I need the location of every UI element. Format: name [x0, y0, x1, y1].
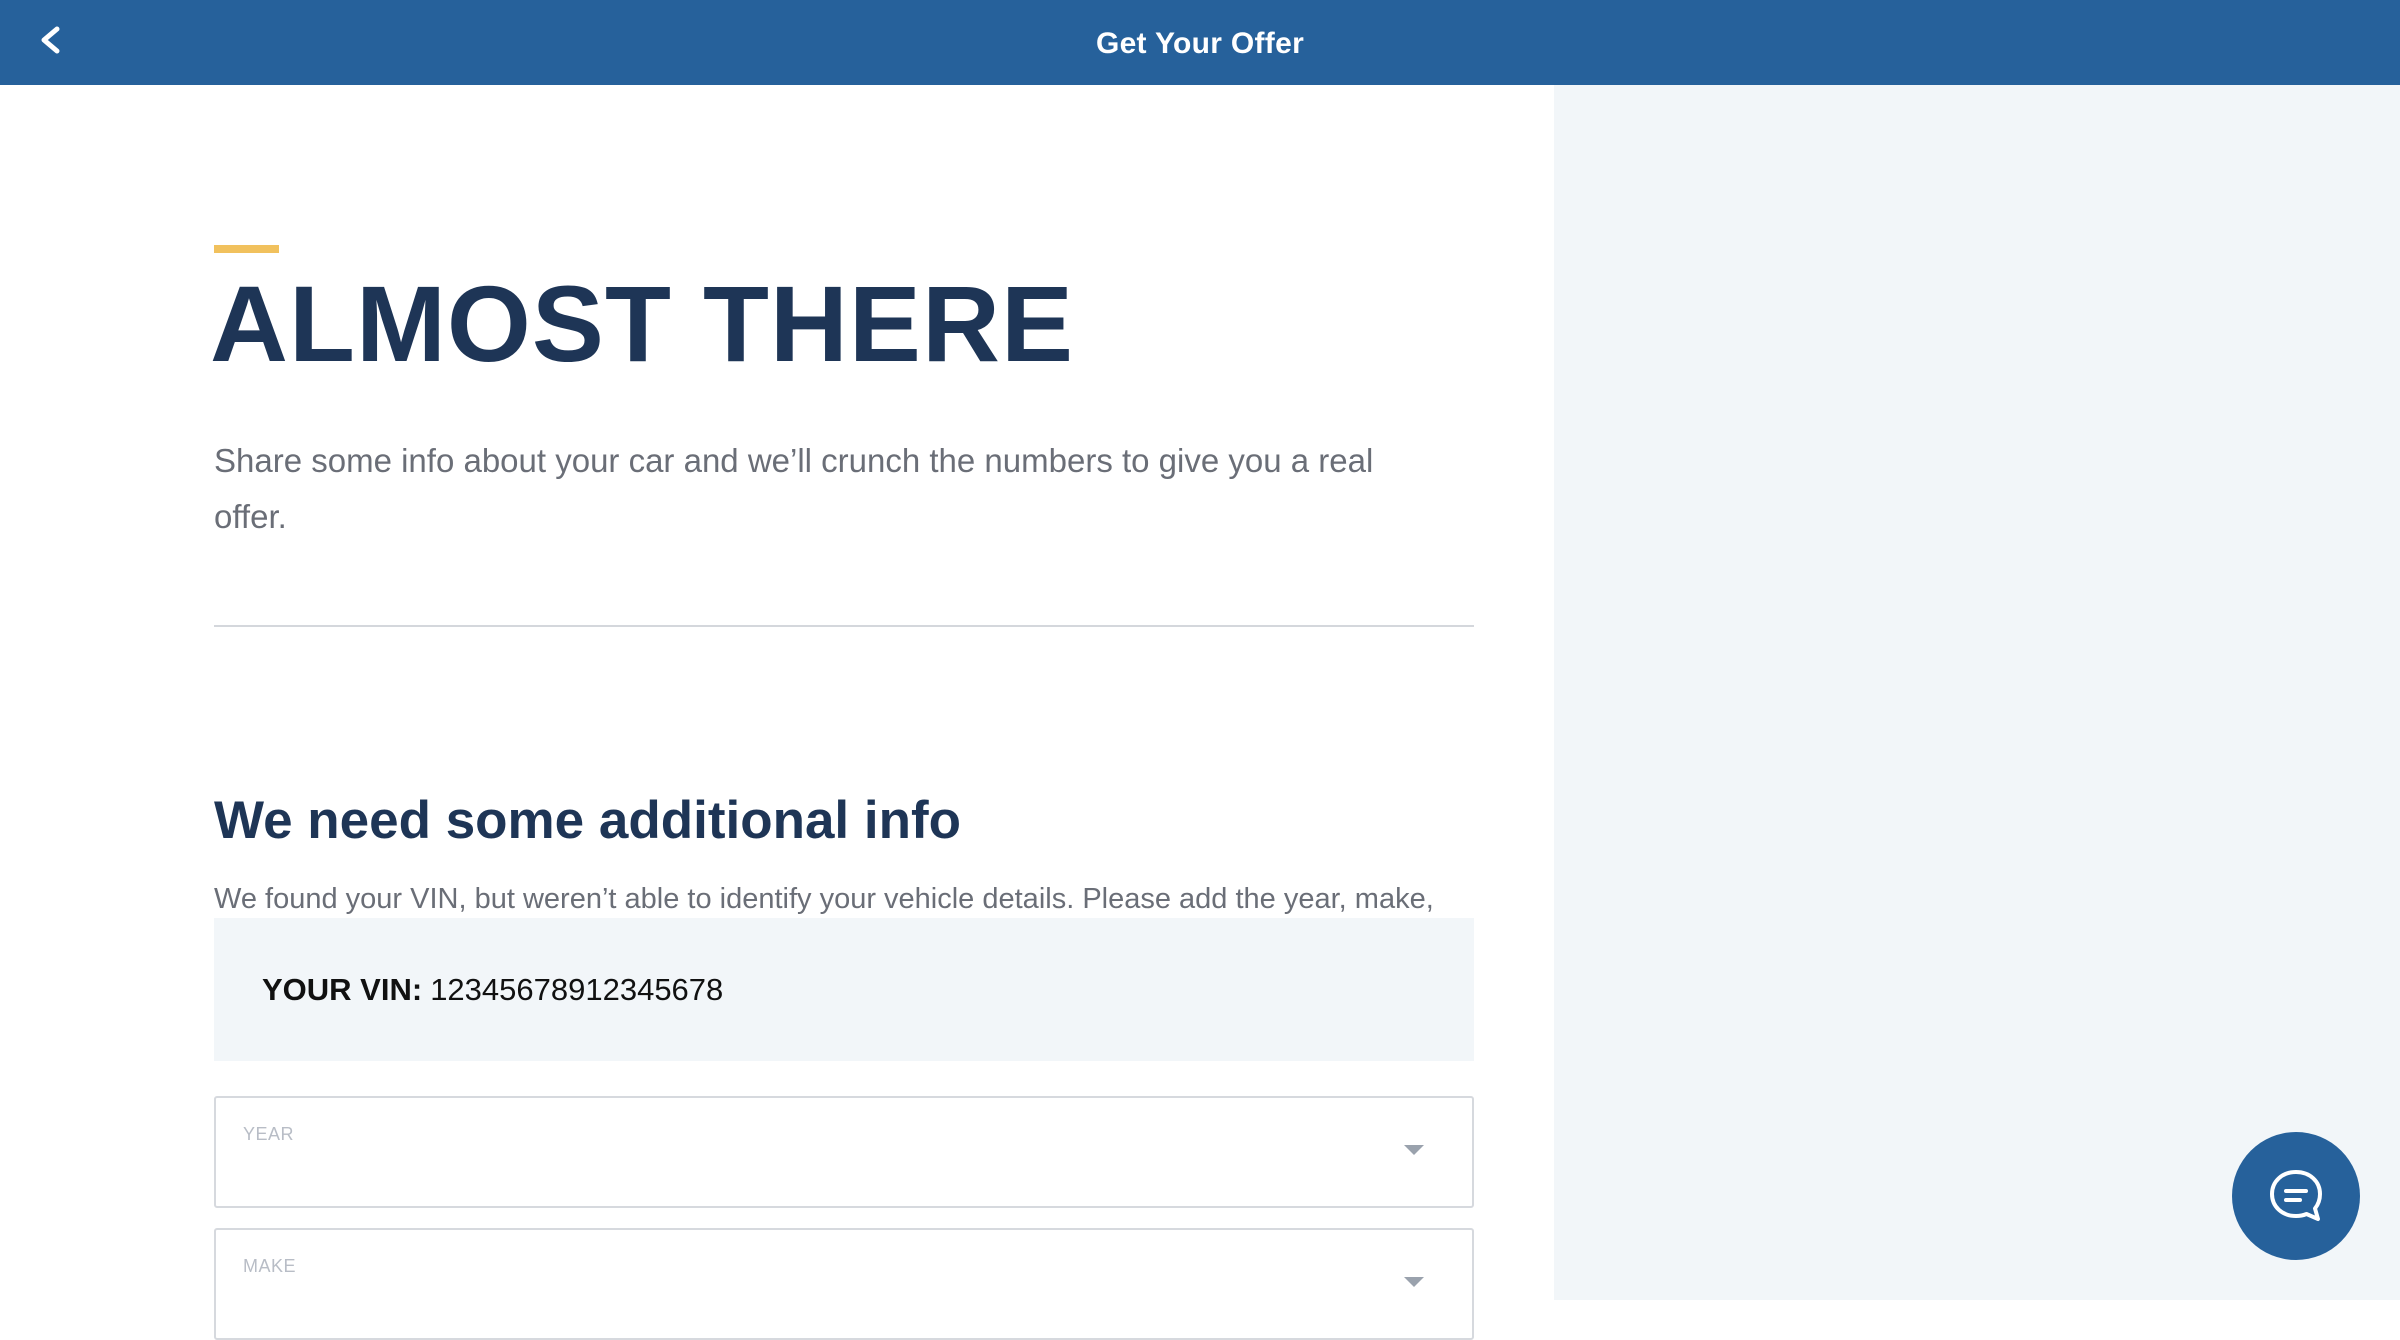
chat-button[interactable] [2232, 1132, 2360, 1260]
chat-bubble-icon [2270, 1170, 2322, 1221]
hero-intro: Share some info about your car and we’ll… [214, 442, 1374, 535]
side-panel [1554, 85, 2400, 1300]
hero-heading: ALMOST THERE [210, 263, 1074, 384]
vin-box: YOUR VIN: 12345678912345678 [214, 918, 1474, 1061]
year-label: YEAR [243, 1124, 295, 1144]
make-label: MAKE [243, 1256, 297, 1276]
top-bar: Get Your Offer [0, 0, 2400, 85]
year-select[interactable]: YEAR [214, 1096, 1474, 1208]
main-content: ALMOST THERE Share some info about your … [210, 85, 1474, 1340]
page-title: Get Your Offer [1095, 27, 1305, 60]
chevron-left-icon [41, 26, 60, 54]
caret-down-icon [1404, 1145, 1424, 1155]
vin-value: 12345678912345678 [430, 971, 724, 1007]
caret-down-icon [1404, 1277, 1424, 1287]
make-select[interactable]: MAKE [214, 1228, 1474, 1340]
vin-label: YOUR VIN: [262, 971, 423, 1007]
back-button[interactable] [28, 18, 72, 62]
accent-bar [214, 245, 279, 253]
section-divider [214, 625, 1474, 627]
details-heading: We need some additional info [214, 791, 961, 850]
